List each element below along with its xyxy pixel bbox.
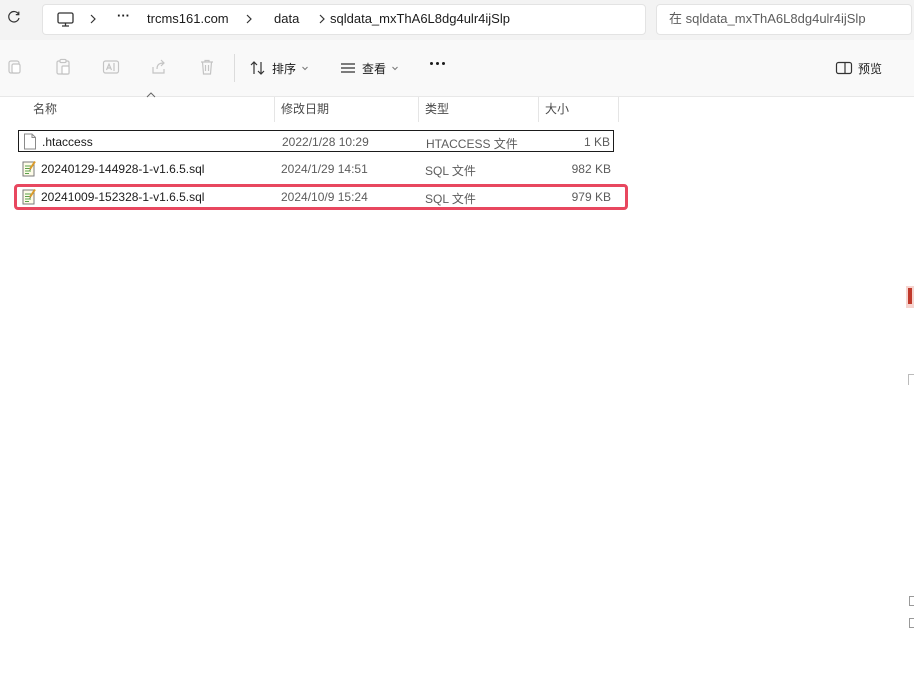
search-input[interactable] <box>657 5 899 32</box>
breadcrumb-item[interactable]: trcms161.com <box>147 11 229 26</box>
preview-pane-icon <box>835 61 853 75</box>
share-icon[interactable] <box>150 58 168 76</box>
background-window-edge <box>909 596 914 606</box>
delete-icon[interactable] <box>198 58 216 76</box>
preview-pane-button[interactable]: 预览 <box>835 54 882 82</box>
file-name: 20240129-144928-1-v1.6.5.sql <box>41 162 205 176</box>
file-date: 2024/1/29 14:51 <box>281 162 368 176</box>
file-type: HTACCESS 文件 <box>426 137 518 151</box>
background-window-edge <box>908 288 912 304</box>
background-window-edge <box>908 374 914 385</box>
view-icon <box>341 63 355 73</box>
sql-file-icon <box>22 160 36 177</box>
command-bar: 排序 查看 预览 <box>0 40 914 97</box>
column-header-date[interactable]: 修改日期 <box>281 96 417 122</box>
file-type: SQL 文件 <box>425 164 476 178</box>
breadcrumb-more[interactable]: ··· <box>117 8 130 23</box>
chevron-down-icon <box>392 66 398 71</box>
view-label: 查看 <box>362 61 387 76</box>
file-name: .htaccess <box>42 135 93 149</box>
chevron-right-icon <box>90 14 96 24</box>
highlight-annotation <box>14 184 628 210</box>
chevron-right-icon <box>246 14 252 24</box>
chevron-right-icon <box>319 14 325 24</box>
view-button[interactable]: 查看 <box>339 54 399 82</box>
breadcrumb-item[interactable]: data <box>274 11 299 26</box>
column-divider[interactable] <box>538 97 539 122</box>
cut-icon[interactable] <box>6 58 24 76</box>
breadcrumb-item[interactable]: sqldata_mxThA6L8dg4ulr4ijSlp <box>330 11 510 26</box>
file-row[interactable]: .htaccess 2022/1/28 10:29 HTACCESS 文件 1 … <box>18 130 614 152</box>
toolbar-divider <box>234 54 235 82</box>
address-bar-area: ··· trcms161.com data sqldata_mxThA6L8dg… <box>0 0 914 40</box>
file-date: 2022/1/28 10:29 <box>282 135 369 149</box>
blank-file-icon <box>24 133 36 150</box>
column-divider[interactable] <box>274 97 275 122</box>
background-window-edge <box>909 618 914 628</box>
chevron-down-icon <box>302 66 308 71</box>
address-bar[interactable]: ··· trcms161.com data sqldata_mxThA6L8dg… <box>42 4 646 35</box>
file-size: 982 KB <box>571 162 611 176</box>
refresh-icon[interactable] <box>6 9 22 25</box>
more-options-icon[interactable] <box>430 62 445 65</box>
this-pc-icon[interactable] <box>57 12 74 27</box>
sort-button[interactable]: 排序 <box>249 54 309 82</box>
column-divider[interactable] <box>618 97 619 122</box>
file-size: 1 KB <box>583 135 610 149</box>
column-divider[interactable] <box>418 97 419 122</box>
search-box[interactable] <box>656 4 912 35</box>
sort-icon <box>250 61 265 75</box>
paste-icon[interactable] <box>54 58 72 76</box>
rename-icon[interactable] <box>102 58 120 76</box>
column-header-type[interactable]: 类型 <box>425 96 537 122</box>
sort-label: 排序 <box>272 61 297 76</box>
column-header-name[interactable]: 名称 <box>33 96 273 122</box>
preview-label: 预览 <box>858 61 883 76</box>
column-header-size[interactable]: 大小 <box>545 96 617 122</box>
file-row[interactable]: 20240129-144928-1-v1.6.5.sql 2024/1/29 1… <box>18 158 614 180</box>
